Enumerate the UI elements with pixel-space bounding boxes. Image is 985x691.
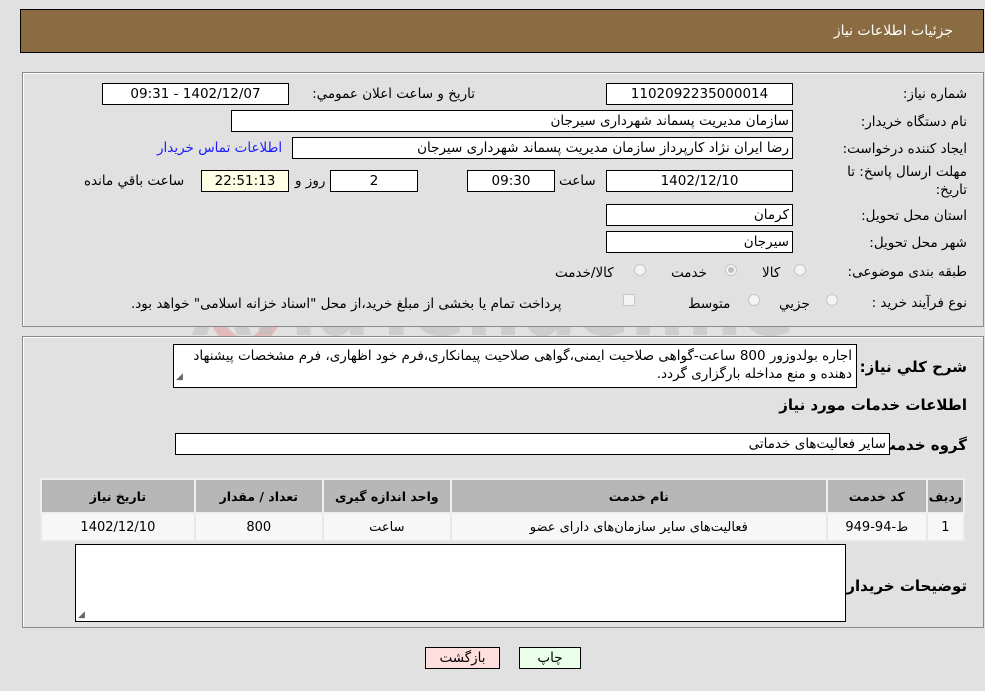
province-field: کرمان — [606, 204, 793, 226]
category-radio-goods-service[interactable] — [634, 264, 646, 276]
buyer-contact-link[interactable]: اطلاعات تماس خریدار — [157, 140, 282, 156]
col-service-code: کد خدمت — [825, 478, 928, 514]
requester-field: رضا ایران نژاد کارپرداز سازمان مدیریت پس… — [292, 137, 793, 159]
time-remaining-field: 22:51:13 — [201, 170, 289, 192]
category-label: طبقه بندی موضوعی: — [847, 264, 967, 280]
buyer-org-field: سازمان مدیریت پسماند شهرداری سیرجان — [231, 110, 793, 132]
category-option-service: خدمت — [671, 265, 707, 281]
category-radio-service[interactable] — [725, 264, 737, 276]
days-label: روز و — [295, 173, 326, 189]
days-remaining-field: 2 — [330, 170, 418, 192]
description-label: شرح کلي نیاز: — [859, 358, 967, 376]
announce-datetime-field: 1402/12/07 - 09:31 — [102, 83, 289, 105]
time-remaining-label: ساعت باقي مانده — [84, 173, 185, 189]
buyer-notes-textarea[interactable]: ◢ — [75, 544, 846, 622]
description-text: اجاره بولدوزور 800 ساعت-گواهی صلاحیت ایم… — [193, 348, 852, 382]
resize-handle-icon[interactable]: ◢ — [78, 610, 85, 620]
city-field: سیرجان — [606, 231, 793, 253]
col-service-name: نام خدمت — [449, 478, 828, 514]
cell-quantity: 800 — [193, 512, 324, 542]
col-need-date: تاریخ نیاز — [40, 478, 196, 514]
deadline-label-line2: تاریخ: — [935, 182, 967, 198]
treasury-payment-checkbox[interactable] — [623, 294, 635, 306]
col-row-number: ردیف — [925, 478, 966, 514]
purchase-option-minor: جزيي — [779, 296, 810, 312]
page-header: جزئیات اطلاعات نیاز — [20, 9, 984, 53]
deadline-time-field: 09:30 — [467, 170, 555, 192]
table-header-row: ردیف کد خدمت نام خدمت واحد اندازه گیری ت… — [40, 478, 966, 514]
buyer-org-label: نام دستگاه خریدار: — [860, 114, 967, 130]
category-radio-goods[interactable] — [794, 264, 806, 276]
announce-datetime-label: تاریخ و ساعت اعلان عمومي: — [312, 86, 475, 102]
service-group-field: سایر فعالیت‌های خدماتی — [175, 433, 890, 455]
col-unit: واحد اندازه گیری — [321, 478, 452, 514]
need-number-label: شماره نیاز: — [902, 86, 967, 102]
need-number-field: 1102092235000014 — [606, 83, 793, 105]
cell-need-date: 1402/12/10 — [40, 512, 196, 542]
description-textarea[interactable]: اجاره بولدوزور 800 ساعت-گواهی صلاحیت ایم… — [173, 344, 857, 388]
page-title: جزئیات اطلاعات نیاز — [833, 23, 953, 39]
treasury-payment-note: پرداخت تمام یا بخشی از مبلغ خرید،از محل … — [131, 296, 562, 312]
deadline-label-line1: مهلت ارسال پاسخ: تا — [847, 164, 967, 180]
province-label: استان محل تحویل: — [861, 208, 967, 224]
purchase-option-medium: متوسط — [688, 296, 731, 312]
deadline-time-label: ساعت — [559, 173, 596, 189]
cell-unit: ساعت — [321, 512, 452, 542]
deadline-date-field: 1402/12/10 — [606, 170, 793, 192]
print-button[interactable]: چاپ — [519, 647, 581, 669]
purchase-radio-minor[interactable] — [826, 294, 838, 306]
resize-handle-icon[interactable]: ◢ — [176, 368, 183, 386]
purchase-type-label: نوع فرآیند خرید : — [871, 295, 967, 311]
services-table: ردیف کد خدمت نام خدمت واحد اندازه گیری ت… — [40, 478, 966, 542]
table-row: 1 ط-94-949 فعالیت‌های سایر سازمان‌های دا… — [40, 512, 966, 542]
category-option-goods: کالا — [762, 265, 781, 281]
requester-label: ایجاد کننده درخواست: — [842, 141, 967, 157]
col-quantity: تعداد / مقدار — [193, 478, 324, 514]
category-option-goods-service: کالا/خدمت — [555, 265, 614, 281]
purchase-radio-medium[interactable] — [748, 294, 760, 306]
cell-service-code: ط-94-949 — [825, 512, 928, 542]
city-label: شهر محل تحویل: — [869, 235, 967, 251]
cell-service-name: فعالیت‌های سایر سازمان‌های دارای عضو — [449, 512, 828, 542]
cell-row-number: 1 — [925, 512, 966, 542]
back-button[interactable]: بازگشت — [425, 647, 500, 669]
services-heading: اطلاعات خدمات مورد نیاز — [779, 396, 967, 414]
buyer-notes-label: توضیحات خریدار: — [840, 577, 967, 595]
